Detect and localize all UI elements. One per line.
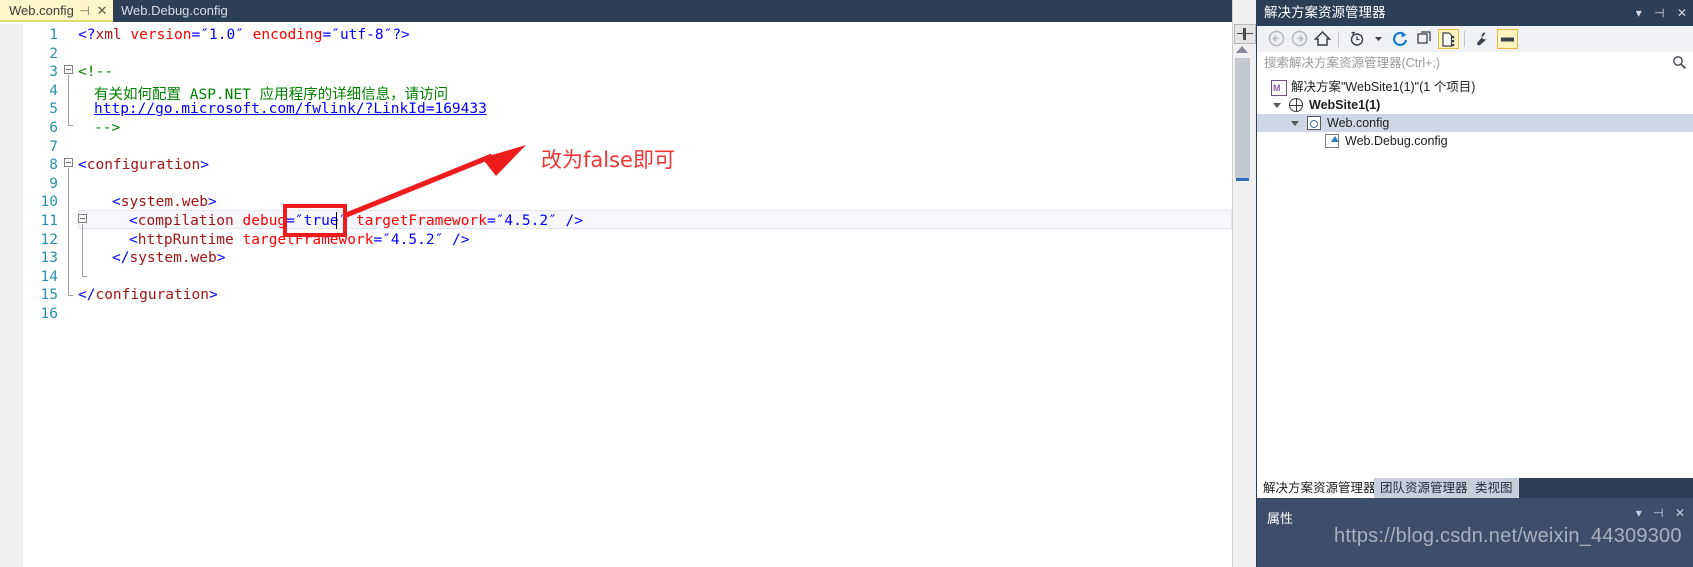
line-number: 12 [40,231,58,248]
scrollbar-caret-marker [1236,178,1249,181]
toolbar-separator [1338,31,1339,47]
properties-label: 属性 [1267,511,1294,526]
fold-guide-comment [68,75,69,125]
tab-web-debug-config[interactable]: Web.Debug.config [113,0,238,22]
tree-row-web-config[interactable]: Web.config [1257,114,1693,132]
config-file-icon [1307,116,1321,130]
back-icon[interactable] [1267,29,1288,49]
forward-icon[interactable] [1290,29,1311,49]
solution-tree[interactable]: 解决方案"WebSite1(1)"(1 个项目) WebSite1(1) Web… [1257,74,1693,478]
line-number: 13 [40,250,58,267]
code-line-15: </configuration> [78,287,218,304]
expand-arrow-icon[interactable] [1291,121,1299,130]
pin-icon[interactable]: ⊣ [77,0,91,22]
line-number: 6 [49,120,58,136]
solution-explorer-toolbar [1257,26,1693,53]
refresh-icon[interactable] [1391,29,1412,49]
line-number: 7 [49,138,58,155]
line-number: 4 [49,82,58,99]
tree-row-web-debug-config[interactable]: Web.Debug.config [1257,132,1693,150]
properties-wrench-icon[interactable] [1473,29,1494,49]
tab-web-config-label: Web.config [9,3,74,18]
line-number: 16 [40,306,58,322]
fold-toggle-systemweb[interactable] [78,214,87,223]
tab-solution-explorer[interactable]: 解决方案资源管理器 [1257,478,1382,498]
solution-explorer-window-controls: ▾ ⊣ ✕ [1627,0,1687,26]
code-line-13: </system.web> [112,250,226,267]
line-number: 2 [49,45,58,62]
code-line-5-link[interactable]: http://go.microsoft.com/fwlink/?LinkId=1… [94,101,487,117]
fold-guide-end-systemweb [82,276,87,277]
solution-explorer-title-label: 解决方案资源管理器 [1264,5,1386,20]
solution-explorer-panel: 解决方案资源管理器 ▾ ⊣ ✕ 搜索解决方案资源管理器(Ctrl+;) M 解决… [1256,0,1693,567]
tree-row-solution[interactable]: 解决方案"WebSite1(1)"(1 个项目) [1257,78,1693,97]
scroll-up-arrow-icon[interactable] [1236,46,1248,53]
properties-window-controls: ▾ ⊣ ✕ [1628,506,1685,520]
line-number: 1 [49,27,58,43]
code-editor-pane: Web.config ⊣ ✕ Web.Debug.config 1 2 3 4 … [0,0,1232,567]
tab-team-explorer[interactable]: 团队资源管理器 [1374,478,1474,498]
code-surface[interactable]: 1 2 3 4 5 6 7 8 9 10 11 12 13 14 15 16 <… [0,24,1232,567]
line-number: 5 [49,101,58,118]
xml-file-icon [1325,134,1339,148]
chevron-down-icon[interactable]: ▾ [1636,0,1642,26]
fold-toggle-configuration[interactable] [64,158,73,167]
text-caret [336,212,337,229]
annotation-text: 改为false即可 [541,148,675,172]
fold-guide-end-comment [68,125,73,126]
expand-arrow-icon[interactable] [1273,103,1281,112]
line-number: 8 [49,157,58,174]
show-all-files-icon[interactable] [1438,29,1459,49]
search-input[interactable]: 搜索解决方案资源管理器(Ctrl+;) [1264,52,1440,74]
chevron-down-icon[interactable]: ▾ [1636,506,1642,520]
code-line-8: <configuration> [78,157,209,174]
preview-selected-items-icon[interactable] [1497,29,1518,49]
search-icon[interactable] [1672,55,1687,73]
home-icon[interactable] [1313,29,1334,49]
dropdown-arrow-icon[interactable] [1369,29,1390,49]
code-line-3: <!-- [78,64,113,81]
close-icon[interactable]: ✕ [95,0,109,22]
collapse-all-icon[interactable] [1415,29,1436,49]
pin-icon[interactable]: ⊣ [1653,506,1663,520]
line-number: 14 [40,268,58,285]
splitter-handle[interactable] [1234,24,1256,44]
annotation-arrow-icon [343,145,526,219]
tree-label-web-debug-config: Web.Debug.config [1345,134,1448,148]
close-icon[interactable]: ✕ [1675,506,1685,520]
line-number: 15 [40,287,58,304]
code-line-6: --> [94,120,121,136]
watermark-url: https://blog.csdn.net/weixin_44309300 [1334,525,1682,547]
fold-toggle-comment[interactable] [64,65,73,74]
editor-tab-strip: Web.config ⊣ ✕ Web.Debug.config [0,0,1232,22]
tree-label-website: WebSite1(1) [1309,98,1381,112]
line-number: 10 [40,194,58,211]
line-number: 11 [40,213,58,229]
toolbar-separator [1464,31,1465,47]
solution-explorer-bottom-tabs: 解决方案资源管理器 团队资源管理器 类视图 [1257,478,1693,498]
code-line-10: <system.web> [112,194,217,211]
tab-web-debug-config-label: Web.Debug.config [121,3,228,18]
solution-icon [1271,79,1287,97]
line-number: 9 [49,175,58,192]
scrollbar-thumb[interactable] [1235,58,1250,178]
pin-icon[interactable]: ⊣ [1654,0,1664,26]
tab-class-view[interactable]: 类视图 [1469,478,1519,498]
tree-row-website[interactable]: WebSite1(1) [1257,96,1693,114]
fold-guide-systemweb [82,224,83,276]
website-globe-icon [1289,98,1303,112]
tree-label-web-config: Web.config [1327,116,1390,130]
tree-label-solution: 解决方案"WebSite1(1)"(1 个项目) [1291,80,1476,94]
fold-guide-configuration [68,168,69,295]
line-number: 3 [49,64,58,81]
close-icon[interactable]: ✕ [1677,0,1687,26]
code-line-1: <?xml version=″1.0″ encoding=″utf-8″?> [78,27,410,43]
fold-guide-end-configuration [68,295,73,296]
annotation-highlight-box [283,204,347,237]
solution-explorer-search[interactable]: 搜索解决方案资源管理器(Ctrl+;) [1257,52,1693,75]
pending-changes-icon[interactable] [1347,29,1368,49]
tab-web-config[interactable]: Web.config ⊣ ✕ [0,0,116,22]
